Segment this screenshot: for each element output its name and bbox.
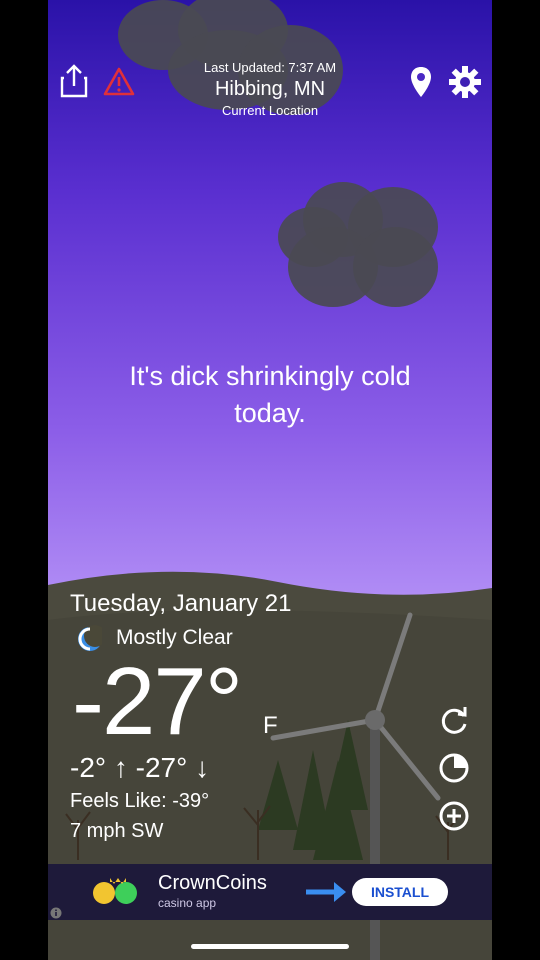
location-label: Current Location (221, 103, 319, 118)
gear-icon[interactable] (449, 66, 481, 103)
add-location-icon[interactable] (438, 800, 470, 837)
forecast-date: Tuesday, January 21 (70, 590, 292, 617)
ad-title: CrownCoins (158, 872, 267, 894)
weather-screen: Last Updated: 7:37 AM Hibbing, MN Curren… (48, 0, 492, 960)
current-temperature: -27° (72, 648, 243, 755)
temperature-unit[interactable]: F (263, 712, 278, 740)
coins-logo-icon (92, 876, 140, 911)
install-button[interactable]: INSTALL (352, 878, 448, 906)
hi-lo-temps: -2° ↑ -27° ↓ (70, 752, 210, 783)
cloud-middle (278, 182, 448, 310)
arrow-right-icon (304, 880, 348, 909)
feels-like: Feels Like: -39° (70, 790, 210, 812)
radar-icon[interactable] (438, 752, 470, 789)
ad-banner[interactable]: CrownCoins casino app INSTALL (48, 864, 492, 920)
home-indicator[interactable] (191, 944, 349, 949)
wind-speed: 7 mph SW (70, 820, 164, 842)
location-pin-icon[interactable] (410, 66, 432, 103)
condition-label: Mostly Clear (116, 626, 233, 649)
ad-subtitle: casino app (158, 896, 217, 910)
refresh-icon[interactable] (438, 704, 470, 741)
info-icon[interactable] (50, 906, 62, 924)
weather-quote[interactable]: It's dick shrinkingly cold today. (108, 358, 432, 432)
